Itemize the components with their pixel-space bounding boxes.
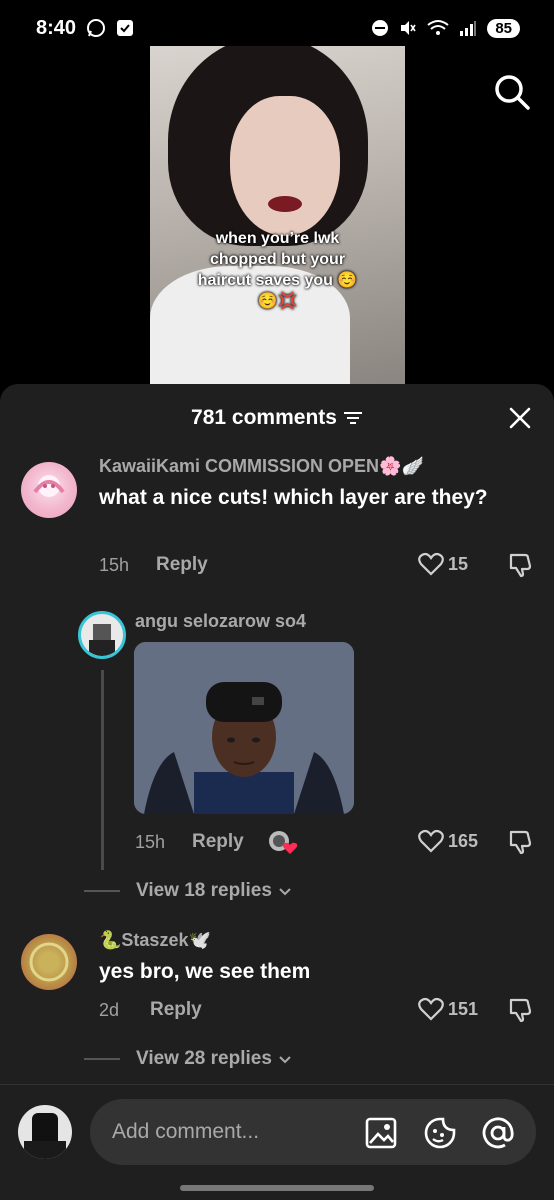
- like-button[interactable]: 15: [418, 552, 468, 576]
- thumbs-down-icon: [509, 830, 532, 855]
- comments-count-title: 781 comments: [191, 406, 363, 430]
- reply-like-button[interactable]: 165: [418, 829, 478, 853]
- reply-like-count: 165: [448, 830, 479, 851]
- reply-button[interactable]: Reply: [156, 554, 208, 576]
- heart-icon: [418, 829, 444, 853]
- like-count: 15: [448, 553, 469, 574]
- do-not-disturb-icon: [371, 19, 389, 37]
- sort-filter-icon[interactable]: [343, 410, 363, 426]
- view-replies-button[interactable]: View 18 replies: [84, 880, 294, 902]
- reply-gif-image[interactable]: [134, 642, 354, 814]
- comment-text: yes bro, we see them: [99, 960, 311, 983]
- comment-username[interactable]: 🐍Staszek🕊️: [99, 930, 211, 951]
- emoji-icon: [424, 1117, 456, 1149]
- home-indicator: [180, 1185, 374, 1191]
- comment-composer: Add comment...: [0, 1084, 554, 1200]
- dislike-button[interactable]: [507, 552, 533, 578]
- close-icon: [509, 407, 531, 429]
- close-button[interactable]: [508, 406, 532, 430]
- thread-line: [101, 670, 104, 870]
- like-count: 151: [448, 998, 479, 1019]
- heart-icon: [418, 997, 444, 1021]
- chevron-down-icon: [279, 1056, 291, 1064]
- search-icon: [495, 75, 530, 110]
- like-button[interactable]: 151: [418, 997, 478, 1021]
- at-mention-icon: [482, 1117, 514, 1149]
- reply-dislike-button[interactable]: [507, 829, 533, 855]
- reply-username[interactable]: angu selozarow so4: [135, 611, 306, 632]
- wifi-icon: [427, 19, 449, 37]
- image-icon: [365, 1117, 397, 1149]
- sticker-button[interactable]: [423, 1116, 457, 1150]
- comment-text: what a nice cuts! which layer are they?: [99, 486, 488, 509]
- chevron-down-icon: [279, 888, 291, 896]
- sheet-header: 781 comments: [0, 384, 554, 452]
- search-button[interactable]: [492, 72, 532, 112]
- whatsapp-icon: [86, 18, 106, 38]
- reply-time: 15h: [135, 832, 166, 852]
- my-avatar[interactable]: [18, 1105, 72, 1159]
- comment-time: 15h: [99, 555, 130, 575]
- status-time: 8:40: [36, 16, 77, 39]
- avatar[interactable]: [21, 462, 77, 518]
- signal-icon: [459, 20, 477, 36]
- dislike-button[interactable]: [507, 997, 533, 1023]
- video-caption: when you’re lwk chopped but your haircut…: [197, 230, 358, 310]
- comment-time: 2d: [99, 1000, 120, 1020]
- avatar[interactable]: [21, 934, 77, 990]
- heart-icon: [418, 552, 444, 576]
- thumbs-down-icon: [509, 998, 532, 1023]
- reply-button[interactable]: Reply: [150, 999, 202, 1021]
- creator-liked-badge: [268, 830, 298, 856]
- comment-input[interactable]: Add comment...: [90, 1099, 536, 1165]
- battery-indicator: 85: [487, 18, 520, 38]
- reply-avatar[interactable]: [78, 611, 126, 659]
- video-preview[interactable]: when you’re lwk chopped but your haircut…: [150, 46, 405, 384]
- thumbs-down-icon: [509, 553, 532, 578]
- check-notification-icon: [116, 19, 134, 37]
- mention-button[interactable]: [481, 1116, 515, 1150]
- mute-icon: [399, 19, 417, 37]
- view-replies-button[interactable]: View 28 replies: [84, 1048, 294, 1070]
- reply-reply-button[interactable]: Reply: [192, 831, 244, 853]
- comment-username[interactable]: KawaiiKami COMMISSION OPEN🌸🪽: [99, 456, 424, 477]
- add-image-button[interactable]: [364, 1116, 398, 1150]
